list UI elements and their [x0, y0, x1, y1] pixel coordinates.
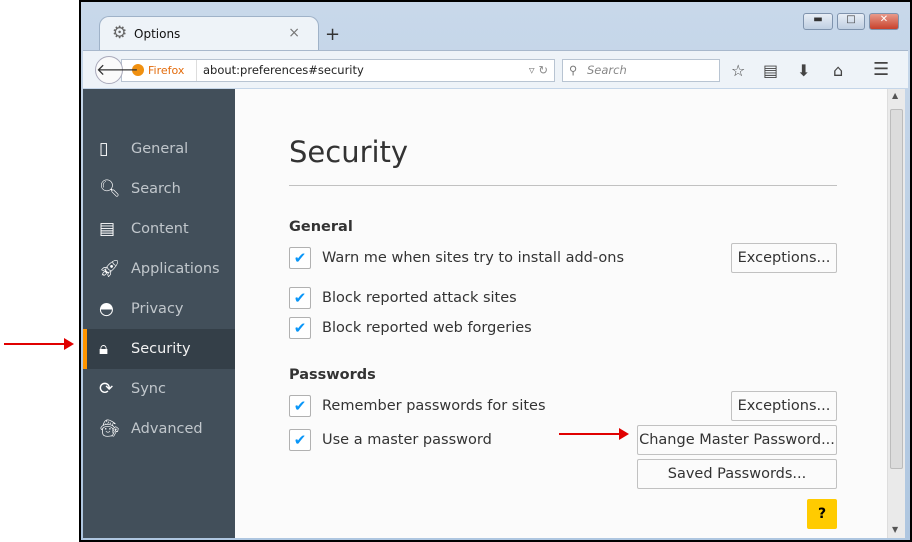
block-forgeries-checkbox[interactable]: ✔	[289, 317, 311, 339]
general-heading: General	[289, 219, 353, 235]
content-icon: ▤	[99, 219, 116, 239]
search-icon: 🔍︎	[99, 179, 121, 199]
block-attack-checkbox[interactable]: ✔	[289, 287, 311, 309]
window-close-button[interactable]: ✕	[869, 13, 899, 30]
annotation-arrow-security	[4, 338, 74, 350]
reload-icon[interactable]: ▿ ↻	[529, 60, 548, 81]
url-bar[interactable]: Firefox about:preferences#security ▿ ↻	[121, 59, 555, 82]
sidebar-item-general[interactable]: ▯ General	[83, 129, 235, 169]
sidebar-item-security[interactable]: 🔒︎ Security	[83, 329, 235, 369]
sidebar-item-sync[interactable]: ⟳ Sync	[83, 369, 235, 409]
search-icon: ⚲	[569, 63, 578, 77]
minimize-button[interactable]: ▬	[803, 13, 833, 30]
firefox-window: ⚙ Options × + ▬ □ ✕ Firefox about:prefer…	[79, 0, 912, 542]
annotation-arrow-master	[559, 428, 629, 440]
tab-title: Options	[134, 27, 181, 41]
sidebar-item-search[interactable]: 🔍︎ Search	[83, 169, 235, 209]
divider	[289, 185, 837, 186]
wizard-icon: 🧙︎	[99, 419, 121, 439]
rocket-icon: 🚀︎	[99, 259, 121, 279]
search-input[interactable]: ⚲ Search	[562, 59, 720, 82]
passwords-heading: Passwords	[289, 367, 376, 383]
tab-options[interactable]: ⚙ Options ×	[99, 16, 319, 50]
mask-icon: ◓	[99, 299, 114, 319]
identity-box[interactable]: Firefox	[132, 60, 184, 81]
master-password-checkbox[interactable]: ✔	[289, 429, 311, 451]
navigation-toolbar: Firefox about:preferences#security ▿ ↻ 🡐…	[83, 50, 908, 88]
back-button[interactable]: 🡐	[95, 56, 139, 84]
warn-addons-label[interactable]: Warn me when sites try to install add-on…	[322, 250, 624, 266]
general-icon: ▯	[99, 139, 109, 159]
home-icon[interactable]: ⌂	[833, 61, 843, 80]
change-master-password-button[interactable]: Change Master Password...	[637, 425, 837, 455]
sidebar-item-advanced[interactable]: 🧙︎ Advanced	[83, 409, 235, 449]
remember-passwords-label[interactable]: Remember passwords for sites	[322, 398, 546, 414]
maximize-button[interactable]: □	[837, 13, 865, 30]
page-title: Security	[289, 135, 409, 169]
block-forgeries-label[interactable]: Block reported web forgeries	[322, 320, 532, 336]
tab-close-icon[interactable]: ×	[288, 25, 300, 41]
gear-icon: ⚙	[112, 23, 128, 43]
addons-exceptions-button[interactable]: Exceptions...	[731, 243, 837, 273]
password-exceptions-button[interactable]: Exceptions...	[731, 391, 837, 421]
block-attack-label[interactable]: Block reported attack sites	[322, 290, 517, 306]
master-password-label[interactable]: Use a master password	[322, 432, 492, 448]
scroll-down-icon[interactable]: ▼	[892, 525, 898, 534]
preferences-content: Security General ✔ Warn me when sites tr…	[235, 89, 887, 538]
scrollbar-thumb[interactable]	[890, 109, 903, 469]
new-tab-button[interactable]: +	[325, 24, 340, 45]
sidebar: ▯ General 🔍︎ Search ▤ Content 🚀︎ Application…	[83, 89, 235, 538]
menu-icon[interactable]: ☰	[873, 59, 889, 80]
scroll-up-icon[interactable]: ▲	[892, 91, 898, 100]
lock-icon: 🔒︎	[99, 339, 109, 359]
sidebar-item-privacy[interactable]: ◓ Privacy	[83, 289, 235, 329]
remember-passwords-checkbox[interactable]: ✔	[289, 395, 311, 417]
warn-addons-checkbox[interactable]: ✔	[289, 247, 311, 269]
sidebar-item-applications[interactable]: 🚀︎ Applications	[83, 249, 235, 289]
bookmark-star-icon[interactable]: ☆	[731, 61, 745, 80]
sidebar-item-content[interactable]: ▤ Content	[83, 209, 235, 249]
sync-icon: ⟳	[99, 379, 114, 399]
saved-passwords-button[interactable]: Saved Passwords...	[637, 459, 837, 489]
bookmarks-menu-icon[interactable]: ▤	[763, 61, 778, 80]
url-text: about:preferences#security	[196, 60, 364, 81]
scrollbar[interactable]: ▲ ▼	[887, 89, 905, 538]
downloads-icon[interactable]: ⬇	[797, 61, 810, 80]
help-button[interactable]: ?	[807, 499, 837, 529]
